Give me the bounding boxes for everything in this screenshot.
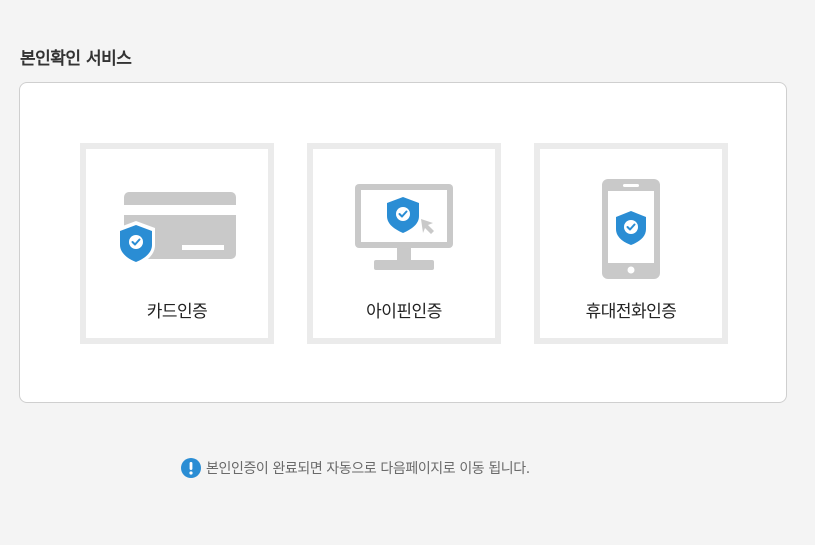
redirect-notice: 본인인증이 완료되면 자동으로 다음페이지로 이동 됩니다. (181, 458, 530, 478)
info-icon (181, 458, 201, 478)
monitor-shield-cursor-icon (355, 184, 453, 270)
ipin-verification-label: 아이핀인증 (366, 302, 442, 322)
card-verification-button[interactable]: 카드인증 (80, 143, 274, 344)
mobile-verification-label: 휴대전화인증 (585, 302, 677, 322)
mobile-verification-button[interactable]: 휴대전화인증 (534, 143, 728, 344)
smartphone-shield-icon (602, 179, 660, 279)
verification-panel: 카드인증 아이핀인증 휴대전화인증 (19, 82, 787, 403)
ipin-verification-button[interactable]: 아이핀인증 (307, 143, 501, 344)
credit-card-shield-icon (117, 192, 236, 266)
page-title: 본인확인 서비스 (20, 49, 132, 69)
card-verification-label: 카드인증 (146, 302, 208, 322)
redirect-notice-text: 본인인증이 완료되면 자동으로 다음페이지로 이동 됩니다. (206, 461, 530, 477)
